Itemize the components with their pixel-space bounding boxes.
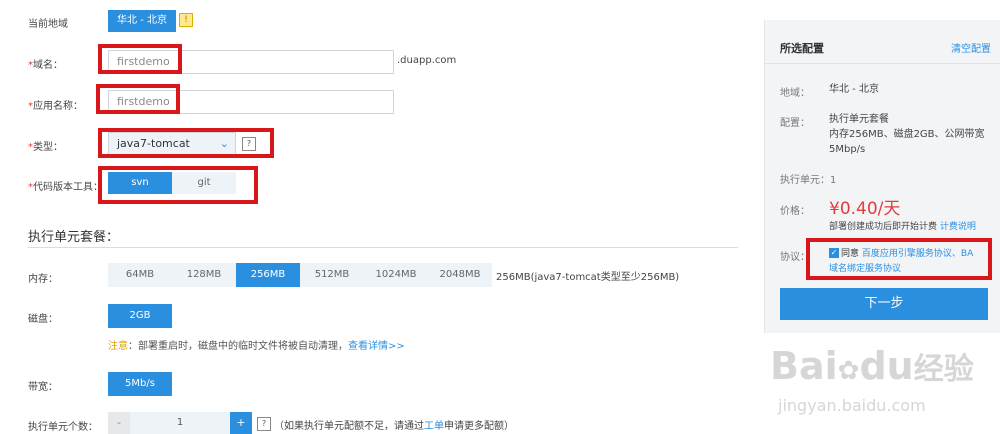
summary-price-key: 价格： <box>780 206 810 217</box>
billing-link[interactable]: 计费说明 <box>940 222 976 232</box>
summary-title: 所选配置 <box>780 42 824 55</box>
watermark-url: jingyan.baidu.com <box>778 396 926 415</box>
domain-label: *域名： <box>28 60 63 71</box>
count-plus-button[interactable]: + <box>230 412 252 434</box>
region-button[interactable]: 华北 - 北京 <box>108 10 176 32</box>
summary-region-key: 地域： <box>780 88 810 99</box>
count-help-icon[interactable]: ? <box>257 417 271 431</box>
highlight-box-domain <box>98 44 182 74</box>
bandwidth-value-button[interactable]: 5Mb/s <box>108 372 172 396</box>
memory-option-64mb[interactable]: 64MB <box>108 263 172 287</box>
warning-icon: ! <box>179 13 193 27</box>
clear-config-link[interactable]: 清空配置 <box>951 40 991 55</box>
summary-units: 执行单元：1 <box>780 175 837 186</box>
domain-suffix: .duapp.com <box>397 55 457 66</box>
bandwidth-label: 带宽： <box>28 382 58 393</box>
memory-option-512mb[interactable]: 512MB <box>300 263 364 287</box>
highlight-box-app-name <box>96 84 180 114</box>
memory-option-128mb[interactable]: 128MB <box>172 263 236 287</box>
highlight-box-vcs <box>98 166 258 204</box>
summary-config-line3: 5Mbp/s <box>829 144 866 155</box>
summary-price: ¥0.40/天 <box>829 199 901 219</box>
memory-option-256mb[interactable]: 256MB <box>236 263 300 287</box>
next-step-button[interactable]: 下一步 <box>780 288 988 320</box>
vcs-label: *代码版本工具： <box>28 182 103 193</box>
highlight-box-type <box>98 128 274 158</box>
summary-price-note: 部署创建成功后即开始计费 计费说明 <box>829 222 976 232</box>
section-divider <box>28 247 738 248</box>
memory-note: 256MB(java7-tomcat类型至少256MB) <box>496 272 680 283</box>
summary-config-line2: 内存256MB、磁盘2GB、公网带宽 <box>829 129 985 140</box>
region-label: 当前地域 <box>28 19 68 30</box>
disk-value-button[interactable]: 2GB <box>108 304 172 328</box>
paw-icon: ✿ <box>837 356 860 386</box>
disk-notice: 注意：部署重启时，磁盘中的临时文件将被自动清理，查看详情>> <box>108 341 405 352</box>
package-heading: 执行单元套餐： <box>28 230 120 245</box>
disk-notice-link[interactable]: 查看详情>> <box>348 341 405 352</box>
count-note: （如果执行单元配额不足，请通过工单申请更多配额） <box>274 421 514 432</box>
count-label: 执行单元个数： <box>28 422 98 433</box>
memory-option-2048mb[interactable]: 2048MB <box>428 263 492 287</box>
count-minus-button[interactable]: - <box>108 412 130 434</box>
summary-config-line1: 执行单元套餐 <box>829 114 889 125</box>
summary-region-value: 华北 - 北京 <box>829 84 879 95</box>
panel-divider <box>765 63 1000 64</box>
memory-label: 内存： <box>28 274 58 285</box>
count-input[interactable]: 1 <box>130 412 230 434</box>
ticket-link[interactable]: 工单 <box>424 421 444 432</box>
memory-option-1024mb[interactable]: 1024MB <box>364 263 428 287</box>
app-name-label: *应用名称： <box>28 101 83 112</box>
highlight-box-agreement <box>806 238 992 280</box>
watermark-logo: Bai✿du经验 <box>770 344 974 388</box>
disk-label: 磁盘： <box>28 314 58 325</box>
summary-config-key: 配置： <box>780 118 810 129</box>
summary-panel: 所选配置 清空配置 地域： 华北 - 北京 配置： 执行单元套餐 内存256MB… <box>764 20 1000 333</box>
type-label: *类型： <box>28 142 63 153</box>
